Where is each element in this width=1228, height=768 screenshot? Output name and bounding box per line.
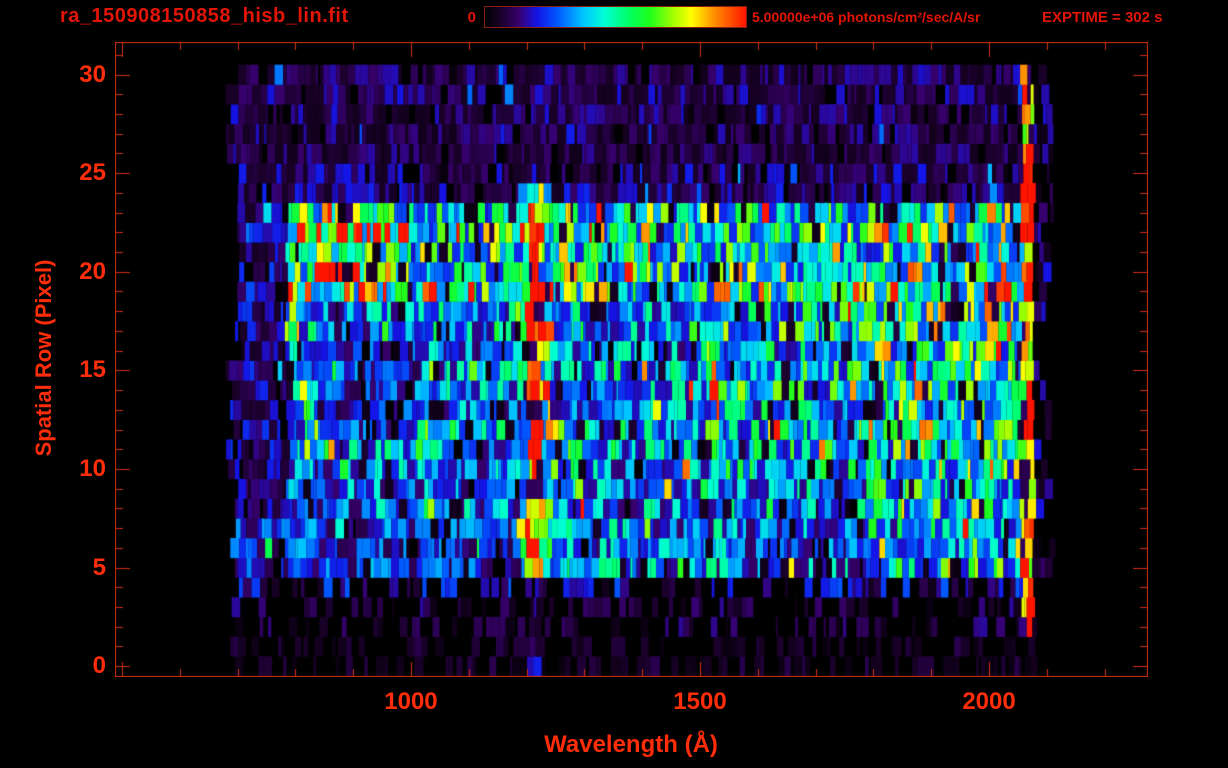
plot-frame — [115, 42, 1148, 677]
y-tick-label: 10 — [79, 454, 106, 482]
y-tick-label: 20 — [79, 257, 106, 285]
exptime-label: EXPTIME = 302 s — [1042, 9, 1163, 26]
x-tick-label: 2000 — [962, 688, 1016, 715]
x-tick-label: 1000 — [384, 688, 438, 715]
x-tick-label: 1500 — [673, 688, 727, 715]
y-tick-label: 25 — [79, 159, 106, 187]
y-tick-label: 30 — [79, 60, 106, 88]
y-tick-label: 5 — [92, 553, 106, 581]
y-tick-label: 0 — [92, 652, 106, 680]
y-tick-label: 15 — [79, 356, 106, 384]
colorbar-min-label: 0 — [467, 9, 476, 26]
spectral-image-viewer: ra_150908150858_hisb_lin.fit 0 5.00000e+… — [0, 0, 1228, 768]
x-axis-title: Wavelength (Å) — [544, 731, 718, 758]
colorbar — [484, 6, 747, 28]
colorbar-max-label: 5.00000e+06 photons/cm²/sec/A/sr — [752, 9, 981, 25]
filename-title: ra_150908150858_hisb_lin.fit — [60, 5, 349, 27]
spectrogram-canvas — [115, 42, 1148, 677]
